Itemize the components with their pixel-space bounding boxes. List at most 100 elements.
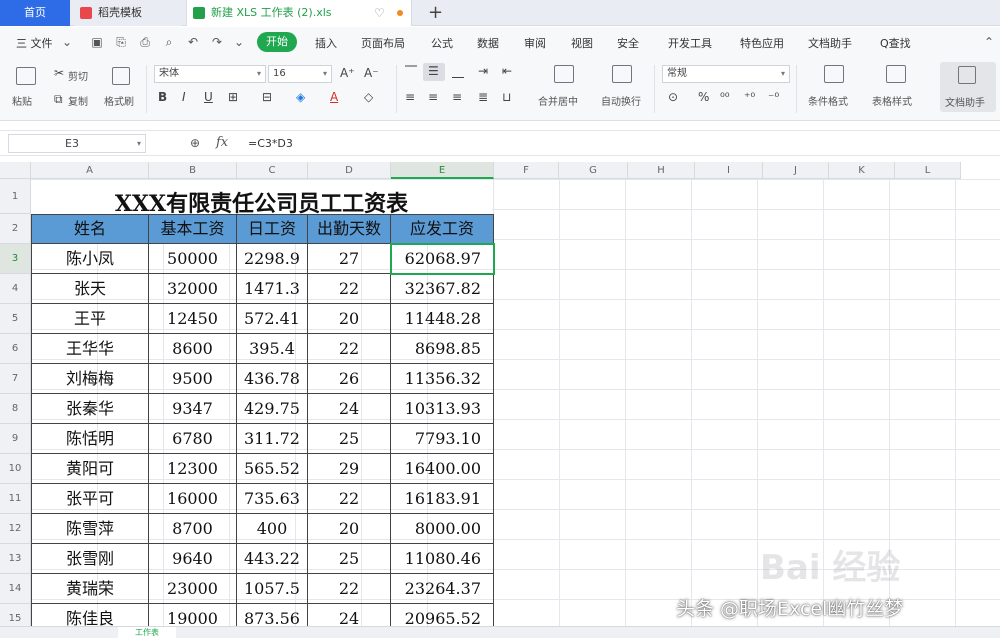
table-cell[interactable]: 张秦华 <box>31 394 149 424</box>
column-header-h[interactable]: H <box>628 162 695 179</box>
distribute-icon[interactable]: ⊔ <box>502 89 511 105</box>
table-cell[interactable]: 32000 <box>149 274 237 304</box>
table-cell[interactable]: 王华华 <box>31 334 149 364</box>
table-cell[interactable]: 1471.3 <box>237 274 308 304</box>
currency-icon[interactable]: ⊙ <box>668 89 678 105</box>
font-color-icon[interactable]: A <box>330 89 338 105</box>
table-cell[interactable]: 11080.46 <box>391 544 494 574</box>
column-header-k[interactable]: K <box>829 162 895 179</box>
table-cell[interactable]: 16183.91 <box>391 484 494 514</box>
table-cell[interactable]: 436.78 <box>237 364 308 394</box>
table-header-cell[interactable]: 出勤天数 <box>308 214 391 244</box>
tab-menu-icon[interactable]: ♡ <box>374 0 385 26</box>
table-cell[interactable]: 311.72 <box>237 424 308 454</box>
row-header-14[interactable]: 14 <box>0 574 31 604</box>
menu-doc-assistant[interactable]: 文档助手 <box>808 35 852 51</box>
table-cell[interactable]: 24 <box>308 394 391 424</box>
outdent-icon[interactable]: ⇤ <box>502 63 512 79</box>
font-name-select[interactable]: 宋体 ▾ <box>154 65 266 83</box>
indent-icon[interactable]: ⇥ <box>478 63 488 79</box>
format-painter-button[interactable]: 格式刷 <box>104 93 134 108</box>
name-box[interactable]: E3 ▾ <box>8 134 146 153</box>
table-cell[interactable]: 10313.93 <box>391 394 494 424</box>
doc-assistant-button[interactable]: 文档助手 <box>940 62 996 112</box>
merge-center-icon[interactable] <box>554 65 574 83</box>
conditional-format-button[interactable]: 条件格式 <box>808 93 848 108</box>
row-header-4[interactable]: 4 <box>0 274 31 304</box>
align-middle-icon[interactable]: ☰ <box>428 63 439 79</box>
table-cell[interactable]: 32367.82 <box>391 274 494 304</box>
column-header-b[interactable]: B <box>149 162 237 179</box>
table-cell[interactable]: 735.63 <box>237 484 308 514</box>
column-header-f[interactable]: F <box>494 162 559 179</box>
paste-icon[interactable] <box>16 67 36 85</box>
wrap-text-icon[interactable] <box>612 65 632 83</box>
table-cell[interactable]: 1057.5 <box>237 574 308 604</box>
conditional-format-icon[interactable] <box>824 65 844 83</box>
table-cell[interactable]: 29 <box>308 454 391 484</box>
menu-data[interactable]: 数据 <box>477 35 499 51</box>
menu-formula[interactable]: 公式 <box>431 35 453 51</box>
merge-center-button[interactable]: 合并居中 <box>538 93 578 108</box>
cut-button[interactable]: 剪切 <box>68 68 88 83</box>
menu-developer[interactable]: 开发工具 <box>668 35 712 51</box>
layout-icon[interactable]: ⊟ <box>262 89 272 105</box>
copy-icon[interactable]: ⧉ <box>54 91 63 107</box>
table-cell[interactable]: 22 <box>308 574 391 604</box>
table-cell[interactable]: 张平可 <box>31 484 149 514</box>
table-cell[interactable]: 23000 <box>149 574 237 604</box>
align-center-icon[interactable]: ≡ <box>428 89 438 105</box>
table-style-icon[interactable] <box>886 65 906 83</box>
menu-security[interactable]: 安全 <box>617 35 639 51</box>
increase-decimal-icon[interactable]: ⁺⁰ <box>744 89 755 105</box>
table-cell[interactable]: 62068.97 <box>391 244 494 274</box>
search-menu[interactable]: Q查找 <box>880 35 911 51</box>
percent-icon[interactable]: % <box>698 89 709 105</box>
table-cell[interactable]: 陈恬明 <box>31 424 149 454</box>
table-cell[interactable]: 7793.10 <box>391 424 494 454</box>
table-cell[interactable]: 陈小凤 <box>31 244 149 274</box>
table-cell[interactable]: 16000 <box>149 484 237 514</box>
row-header-7[interactable]: 7 <box>0 364 31 394</box>
table-cell[interactable]: 11356.32 <box>391 364 494 394</box>
format-painter-icon[interactable] <box>112 67 130 85</box>
table-cell[interactable]: 50000 <box>149 244 237 274</box>
increase-font-icon[interactable]: A⁺ <box>340 65 355 81</box>
table-cell[interactable]: 8698.85 <box>391 334 494 364</box>
table-cell[interactable]: 9347 <box>149 394 237 424</box>
table-cell[interactable]: 429.75 <box>237 394 308 424</box>
collapse-icon[interactable]: ⌃ <box>982 35 996 49</box>
border-icon[interactable]: ⊞ <box>228 89 238 105</box>
table-cell[interactable]: 张雪刚 <box>31 544 149 574</box>
table-cell[interactable]: 黄阳可 <box>31 454 149 484</box>
table-header-cell[interactable]: 日工资 <box>237 214 308 244</box>
table-cell[interactable]: 6780 <box>149 424 237 454</box>
formula-input[interactable]: =C3*D3 <box>248 137 293 150</box>
bold-icon[interactable]: B <box>158 89 167 105</box>
table-cell[interactable]: 443.22 <box>237 544 308 574</box>
fill-color-icon[interactable]: ◈ <box>296 89 305 105</box>
table-cell[interactable]: 23264.37 <box>391 574 494 604</box>
menu-special[interactable]: 特色应用 <box>740 35 784 51</box>
table-cell[interactable]: 572.41 <box>237 304 308 334</box>
zoom-icon[interactable]: ⊕ <box>190 136 200 150</box>
thousands-icon[interactable]: ⁰⁰ <box>720 89 730 105</box>
italic-icon[interactable]: I <box>182 89 186 105</box>
table-cell[interactable]: 25 <box>308 424 391 454</box>
paste-button[interactable]: 粘贴 <box>12 93 32 108</box>
table-header-cell[interactable]: 应发工资 <box>391 214 494 244</box>
decrease-decimal-icon[interactable]: ⁻⁰ <box>768 89 779 105</box>
font-size-select[interactable]: 16 ▾ <box>268 65 332 83</box>
row-header-8[interactable]: 8 <box>0 394 31 424</box>
row-header-6[interactable]: 6 <box>0 334 31 364</box>
align-bottom-icon[interactable]: ⎽ <box>452 63 464 79</box>
align-right-icon[interactable]: ≡ <box>452 89 462 105</box>
table-cell[interactable]: 565.52 <box>237 454 308 484</box>
row-header-5[interactable]: 5 <box>0 304 31 334</box>
table-cell[interactable]: 22 <box>308 274 391 304</box>
redo-icon[interactable]: ↷ <box>210 35 224 49</box>
table-cell[interactable]: 王平 <box>31 304 149 334</box>
table-header-cell[interactable]: 姓名 <box>31 214 149 244</box>
align-top-icon[interactable]: ⎺ <box>405 63 417 79</box>
save-icon[interactable]: ▣ <box>90 35 104 49</box>
